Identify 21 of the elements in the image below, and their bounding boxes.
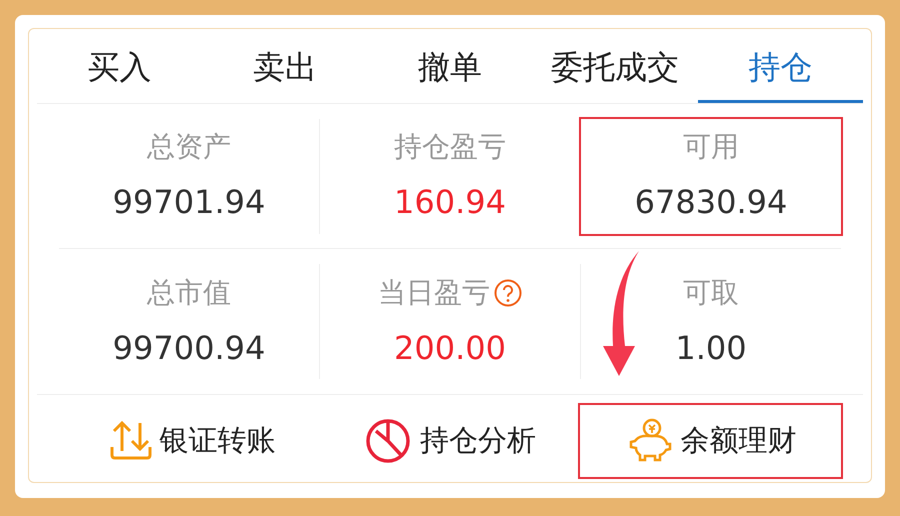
stat-value: 160.94 — [394, 182, 506, 223]
tab[interactable]: 持仓 — [698, 29, 864, 103]
action-button[interactable]: 持仓分析 — [320, 404, 580, 476]
stat-label: 当日盈亏 — [378, 274, 490, 310]
stat-label: 总市值 — [147, 274, 231, 310]
action-button[interactable]: 银证转账 — [59, 404, 320, 476]
stat-label: 可取 — [683, 274, 739, 310]
stat-value: 200.00 — [394, 328, 506, 368]
tab[interactable]: 撤单 — [367, 29, 533, 103]
stat-value: 99701.94 — [112, 182, 266, 223]
stat-label: 持仓盈亏 — [394, 129, 506, 165]
action-button[interactable]: 余额理财 — [580, 404, 842, 476]
tab[interactable]: 买入 — [37, 29, 202, 103]
stat-value: 99700.94 — [112, 328, 266, 368]
stat-label: 可用 — [683, 129, 739, 165]
tab[interactable]: 委托成交 — [532, 29, 698, 103]
stat-value: 67830.94 — [634, 182, 788, 223]
help-icon[interactable] — [494, 278, 522, 306]
tab[interactable]: 卖出 — [202, 29, 368, 103]
stat-label: 总资产 — [147, 129, 231, 165]
stat-value: 1.00 — [675, 328, 747, 368]
